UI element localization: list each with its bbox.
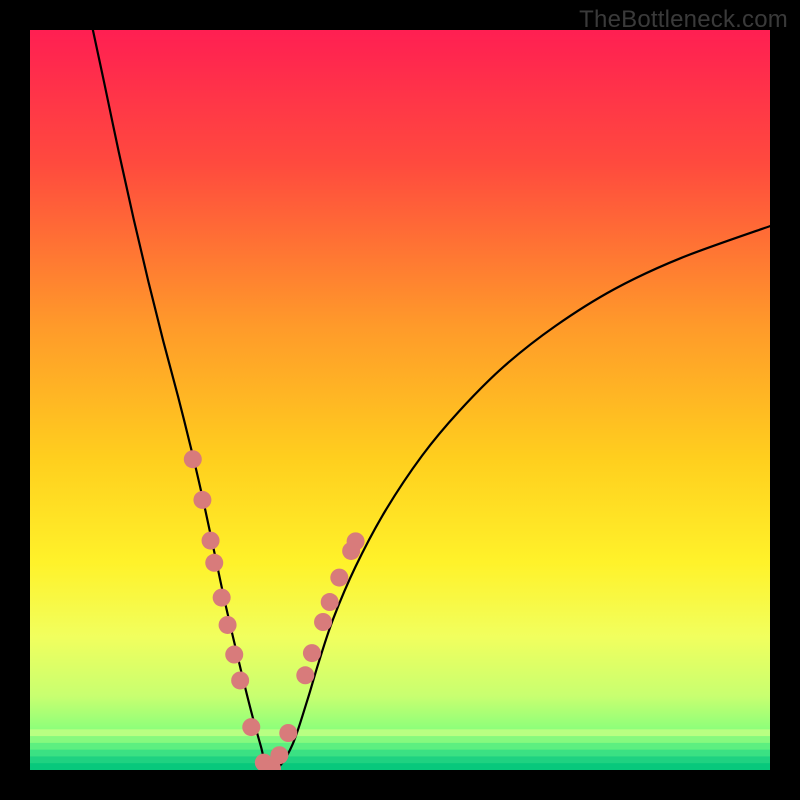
highlight-dot bbox=[242, 718, 260, 736]
chart-frame: TheBottleneck.com bbox=[0, 0, 800, 800]
highlight-dot bbox=[303, 644, 321, 662]
highlight-dot bbox=[213, 589, 231, 607]
highlight-dot bbox=[270, 746, 288, 764]
highlight-dot bbox=[225, 646, 243, 664]
highlight-dot bbox=[279, 724, 297, 742]
highlight-dot bbox=[314, 613, 332, 631]
highlight-dot bbox=[184, 450, 202, 468]
watermark-text: TheBottleneck.com bbox=[579, 6, 788, 34]
highlight-dot bbox=[321, 593, 339, 611]
highlight-dot bbox=[202, 532, 220, 550]
chart-svg bbox=[30, 30, 770, 770]
highlight-dot bbox=[330, 569, 348, 587]
plot-area bbox=[30, 30, 770, 770]
highlight-dot bbox=[193, 491, 211, 509]
highlight-dot bbox=[205, 554, 223, 572]
highlight-dot bbox=[296, 666, 314, 684]
gradient-background bbox=[30, 30, 770, 770]
green-band bbox=[30, 729, 770, 770]
highlight-dot bbox=[347, 532, 365, 550]
highlight-dot bbox=[219, 616, 237, 634]
highlight-dot bbox=[231, 671, 249, 689]
